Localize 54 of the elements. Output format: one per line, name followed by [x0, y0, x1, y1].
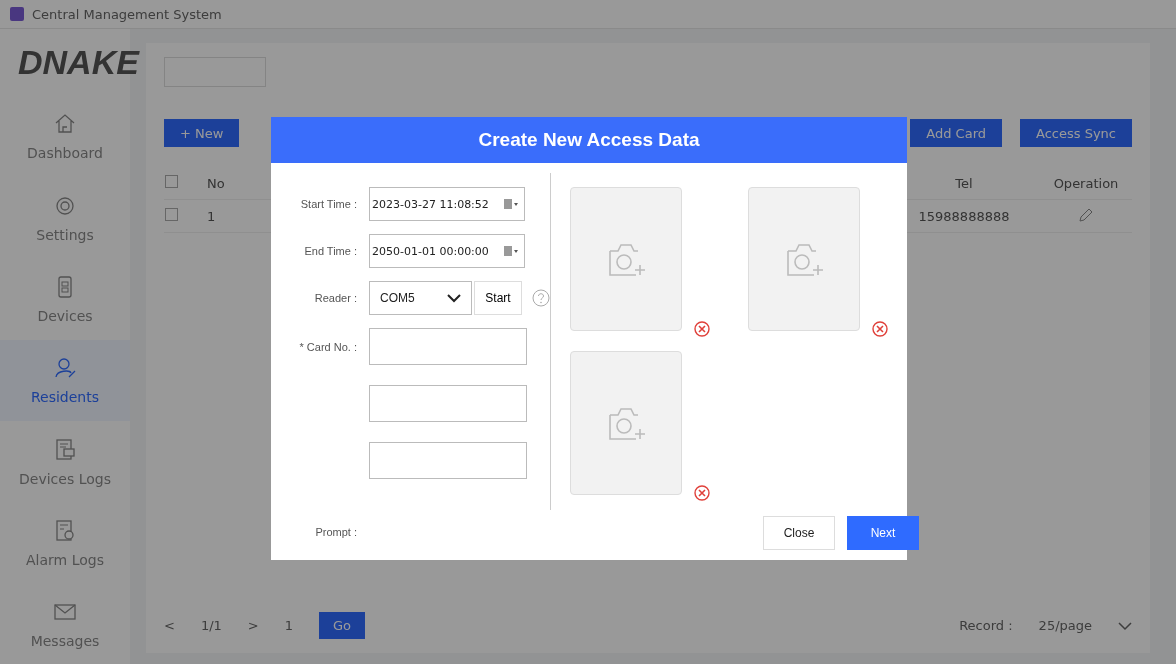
sidebar-item[interactable]: Messages — [0, 583, 130, 664]
column-header: Operation — [1053, 175, 1119, 191]
remove-icon[interactable] — [694, 321, 710, 337]
prompt-label: Prompt : — [314, 526, 357, 538]
sidebar-item[interactable]: Alarm Logs — [0, 502, 130, 584]
remove-icon[interactable] — [694, 485, 710, 501]
logo: DNAKE — [18, 42, 141, 82]
edit-icon[interactable] — [1078, 206, 1094, 223]
toolbar-button[interactable]: Access Sync — [1020, 119, 1132, 147]
close-button[interactable]: Close — [763, 516, 835, 550]
start-button[interactable]: Start — [474, 281, 522, 315]
record-label: Record : — [959, 618, 1013, 633]
table-cell: 15988888888 — [918, 208, 1010, 224]
caret-icon — [447, 293, 461, 303]
app-icon — [10, 7, 24, 21]
field-label: Start Time : — [299, 198, 357, 210]
toolbar-button[interactable]: Add Card — [910, 119, 1003, 147]
new-button[interactable]: + New — [164, 119, 240, 147]
page-count: 1/1 — [200, 618, 222, 633]
checkbox[interactable] — [165, 208, 178, 221]
sidebar-item[interactable]: Settings — [0, 176, 130, 259]
go-button[interactable]: Go — [319, 612, 366, 639]
page-input[interactable]: 1 — [284, 618, 293, 633]
sidebar-item[interactable]: Residents — [0, 339, 130, 421]
card-number-field[interactable] — [369, 442, 527, 479]
calendar-icon[interactable] — [504, 246, 518, 256]
next-button[interactable]: Next — [847, 516, 919, 550]
sidebar-item[interactable]: Devices — [0, 258, 130, 340]
photo-slot[interactable] — [570, 187, 682, 331]
field-label: Reader : — [313, 292, 357, 304]
field-label: End Time : — [303, 245, 357, 257]
column-header: No — [207, 175, 225, 191]
checkbox[interactable] — [165, 175, 178, 188]
caret-icon[interactable] — [1118, 620, 1132, 631]
photo-slot[interactable] — [748, 187, 860, 331]
column-header: Tel — [955, 175, 973, 191]
card-number-field[interactable] — [369, 328, 527, 365]
date-field[interactable]: 2050-01-01 00:00:00 — [369, 234, 525, 268]
remove-icon[interactable] — [872, 321, 888, 337]
sidebar-item[interactable]: Dashboard — [0, 95, 130, 177]
dialog-title: Create New Access Data — [478, 129, 700, 151]
date-field[interactable]: 2023-03-27 11:08:52 — [369, 187, 525, 221]
next-page-button[interactable]: > — [247, 618, 259, 633]
window-title: Central Management System — [32, 6, 222, 22]
table-cell: 1 — [207, 208, 216, 224]
card-number-field[interactable] — [369, 385, 527, 422]
page-size-select[interactable]: 25/page — [1038, 618, 1092, 633]
help-icon[interactable] — [532, 289, 550, 307]
field-label: * Card No. : — [298, 340, 357, 353]
reader-select[interactable]: COM5 — [369, 281, 472, 315]
prev-page-button[interactable]: < — [164, 618, 175, 633]
sidebar-item[interactable]: Devices Logs — [0, 421, 130, 503]
calendar-icon[interactable] — [504, 199, 518, 209]
photo-slot[interactable] — [570, 351, 682, 495]
